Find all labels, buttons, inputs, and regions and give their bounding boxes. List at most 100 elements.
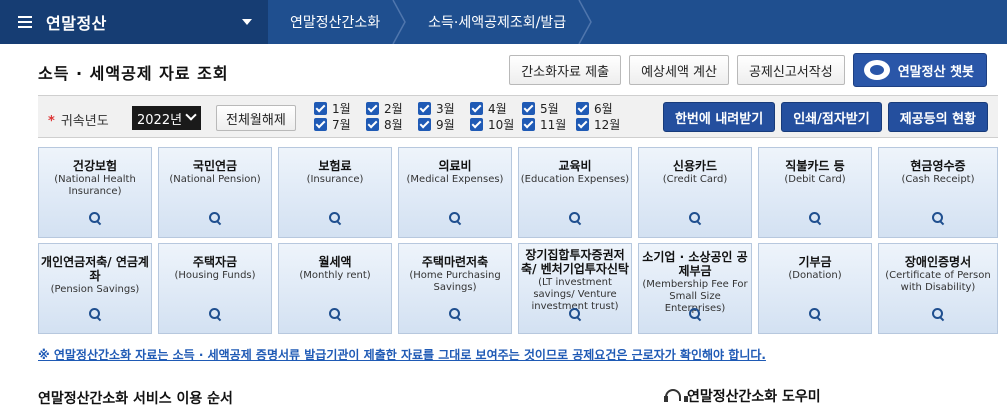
checkbox-checked-icon — [418, 102, 431, 115]
breadcrumb-simplified[interactable]: 연말정산간소화 — [268, 0, 407, 44]
search-icon — [688, 307, 702, 321]
breadcrumb-deduction-inquiry[interactable]: 소득·세액공제조회/발급 — [406, 0, 592, 44]
tile-title: 주택마련저축 — [421, 255, 489, 269]
month-label: 2월 — [384, 102, 403, 116]
checkbox-checked-icon — [366, 102, 379, 115]
chevron-separator-icon — [392, 0, 407, 44]
month-checkbox-10[interactable]: 10월 — [470, 117, 514, 132]
tile-monthly-rent[interactable]: 월세액 (Monthly rent) — [278, 243, 392, 334]
month-checkbox-3[interactable]: 3월 — [418, 101, 455, 116]
download-all-button[interactable]: 한번에 내려받기 — [662, 102, 776, 132]
month-label: 4월 — [488, 102, 507, 116]
search-icon — [808, 211, 822, 225]
search-icon — [448, 307, 462, 321]
tile-title: 장애인증명서 — [904, 255, 972, 269]
tile-subtitle: (Credit Card) — [662, 174, 728, 185]
checkbox-checked-icon — [576, 102, 589, 115]
month-label: 7월 — [332, 118, 351, 132]
tile-subtitle: (Insurance) — [306, 174, 364, 185]
tile-donation[interactable]: 기부금 (Donation) — [758, 243, 872, 334]
month-checkbox-1[interactable]: 1월 — [314, 101, 351, 116]
chevron-separator-icon — [578, 0, 592, 44]
tile-title: 신용카드 — [672, 159, 718, 173]
tile-debit-card[interactable]: 직불카드 등 (Debit Card) — [758, 147, 872, 238]
search-icon — [88, 211, 102, 225]
estimate-tax-button[interactable]: 예상세액 계산 — [629, 55, 729, 85]
tile-subtitle: (Medical Expenses) — [406, 174, 504, 185]
tile-title: 소기업 · 소상공인 공제부금 — [642, 250, 748, 278]
tile-education-expenses[interactable]: 교육비 (Education Expenses) — [518, 147, 632, 238]
breadcrumb-label: 연말정산간소화 — [290, 15, 381, 31]
service-order-heading: 연말정산간소화 서비스 이용 순서 — [38, 391, 233, 405]
clear-all-months-button[interactable]: 전체월해제 — [216, 105, 296, 131]
search-icon — [688, 211, 702, 225]
helper-heading: 연말정산간소화 도우미 — [664, 386, 821, 405]
checkbox-checked-icon — [470, 118, 483, 131]
tile-home-purchasing-savings[interactable]: 주택마련저축 (Home Purchasing Savings) — [398, 243, 512, 334]
search-icon — [328, 211, 342, 225]
tile-national-pension[interactable]: 국민연금 (National Pension) — [158, 147, 272, 238]
month-checkbox-12[interactable]: 12월 — [576, 117, 620, 132]
checkbox-checked-icon — [418, 118, 431, 131]
year-select-value: 2022년 — [137, 112, 183, 128]
tile-insurance[interactable]: 보험료 (Insurance) — [278, 147, 392, 238]
month-label: 5월 — [540, 102, 559, 116]
month-checkbox-9[interactable]: 9월 — [418, 117, 455, 132]
tile-cash-receipt[interactable]: 현금영수증 (Cash Receipt) — [878, 147, 998, 238]
hamburger-icon — [18, 16, 32, 28]
chatbot-button[interactable]: 연말정산 챗봇 — [852, 53, 987, 87]
checkbox-checked-icon — [470, 102, 483, 115]
tile-title: 보험료 — [318, 159, 352, 173]
chevron-down-icon — [185, 109, 197, 121]
month-checkbox-6[interactable]: 6월 — [576, 101, 613, 116]
month-label: 11월 — [540, 118, 567, 132]
notice-link[interactable]: ※ 연말정산간소화 자료는 소득 · 세액공제 증명서류 발급기관이 제출한 자… — [38, 346, 766, 363]
checkbox-checked-icon — [522, 102, 535, 115]
tile-title: 월세액 — [318, 255, 352, 269]
tile-title: 기부금 — [798, 255, 832, 269]
tile-small-enterprise-fee[interactable]: 소기업 · 소상공인 공제부금 (Membership Fee For Small… — [638, 243, 752, 334]
month-checkbox-2[interactable]: 2월 — [366, 101, 403, 116]
month-checkbox-11[interactable]: 11월 — [522, 117, 566, 132]
month-checkbox-4[interactable]: 4월 — [470, 101, 507, 116]
provider-status-button[interactable]: 제공등의 현황 — [887, 102, 988, 132]
submit-simplified-data-button[interactable]: 간소화자료 제출 — [509, 55, 622, 85]
tile-subtitle: (National Health Insurance) — [54, 174, 136, 197]
tile-title: 장기집합투자증권저축/ 벤처기업투자신탁 — [521, 248, 629, 276]
month-checkbox-8[interactable]: 8월 — [366, 117, 403, 132]
checkbox-checked-icon — [576, 118, 589, 131]
search-icon — [931, 211, 945, 225]
chatbot-icon — [863, 60, 890, 80]
tile-subtitle: (Debit Card) — [784, 174, 846, 185]
tile-lt-investment-savings[interactable]: 장기집합투자증권저축/ 벤처기업투자신탁 (LT investment savin… — [518, 243, 632, 334]
tile-credit-card[interactable]: 신용카드 (Credit Card) — [638, 147, 752, 238]
write-deduction-form-button[interactable]: 공제신고서작성 — [736, 55, 845, 85]
tile-medical-expenses[interactable]: 의료비 (Medical Expenses) — [398, 147, 512, 238]
tile-disability-certificate[interactable]: 장애인증명서 (Certificate of Person with Disabi… — [878, 243, 998, 334]
tile-subtitle: (Cash Receipt) — [901, 174, 975, 185]
search-icon — [568, 307, 582, 321]
month-label: 9월 — [436, 118, 455, 132]
tile-housing-funds[interactable]: 주택자금 (Housing Funds) — [158, 243, 272, 334]
chatbot-label: 연말정산 챗봇 — [897, 64, 974, 80]
search-icon — [808, 307, 822, 321]
tile-subtitle: (National Pension) — [169, 174, 261, 185]
search-icon — [328, 307, 342, 321]
tile-title: 주택자금 — [192, 255, 238, 269]
tile-health-insurance[interactable]: 건강보험 (National Health Insurance) — [38, 147, 152, 238]
year-select[interactable]: 2022년 — [132, 106, 201, 130]
tile-pension-savings[interactable]: 개인연금저축/ 연금계좌 (Pension Savings) — [38, 243, 152, 334]
month-checkbox-7[interactable]: 7월 — [314, 117, 351, 132]
month-checkbox-5[interactable]: 5월 — [522, 101, 559, 116]
attribution-year-label: * 귀속년도 — [48, 110, 109, 129]
print-braille-button[interactable]: 인쇄/점자받기 — [781, 102, 882, 132]
tile-title: 개인연금저축/ 연금계좌 — [41, 255, 149, 283]
checkbox-checked-icon — [522, 118, 535, 131]
month-label: 12월 — [594, 118, 621, 132]
tile-subtitle: (Education Expenses) — [520, 174, 630, 185]
tile-subtitle: (Pension Savings) — [50, 284, 140, 295]
checkbox-checked-icon — [366, 118, 379, 131]
main-menu-dropdown[interactable]: 연말정산 — [0, 0, 268, 44]
helper-heading-text: 연말정산간소화 도우미 — [687, 389, 821, 405]
tile-title: 현금영수증 — [910, 159, 966, 173]
